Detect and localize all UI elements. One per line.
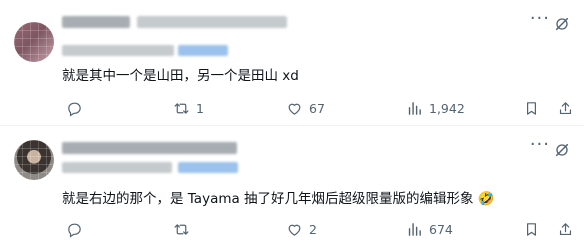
bookmark-icon xyxy=(527,101,536,115)
retweet-icon xyxy=(174,102,189,114)
like-count: 67 xyxy=(309,100,325,116)
like-button[interactable]: 2 xyxy=(286,219,317,239)
reply-button[interactable] xyxy=(66,219,89,239)
display-name-redacted[interactable] xyxy=(62,142,237,154)
share-button[interactable] xyxy=(557,98,574,118)
replying-to-handle-redacted[interactable] xyxy=(178,45,228,56)
like-count: 2 xyxy=(309,221,317,237)
replying-to-handle-redacted[interactable] xyxy=(178,162,238,173)
grok-icon[interactable] xyxy=(554,16,570,32)
more-options-icon[interactable]: ··· xyxy=(530,136,550,154)
retweet-button[interactable] xyxy=(173,219,196,239)
retweet-icon xyxy=(174,223,189,235)
replying-to-redacted xyxy=(62,162,172,173)
display-name-redacted[interactable] xyxy=(62,16,130,28)
views-icon xyxy=(408,101,421,115)
bookmark-button[interactable] xyxy=(523,219,540,239)
tweet-actions: 2 674 xyxy=(62,219,574,239)
views-button[interactable]: 674 xyxy=(406,219,453,239)
grok-icon[interactable] xyxy=(554,142,570,158)
reply-icon xyxy=(68,102,81,117)
share-icon xyxy=(559,101,572,114)
share-icon xyxy=(559,222,572,235)
views-button[interactable]: 1,942 xyxy=(406,98,465,118)
like-icon xyxy=(288,103,301,115)
like-button[interactable]: 67 xyxy=(286,98,325,118)
avatar[interactable] xyxy=(14,140,54,180)
replying-to-redacted xyxy=(62,45,174,56)
handle-redacted[interactable] xyxy=(137,16,287,28)
views-count: 674 xyxy=(429,221,453,237)
reply-button[interactable] xyxy=(66,98,89,118)
tweet-text: 就是其中一个是山田，另一个是田山 xd xyxy=(62,68,299,84)
bookmark-icon xyxy=(527,222,536,236)
more-options-icon[interactable]: ··· xyxy=(530,10,550,28)
avatar[interactable] xyxy=(14,22,54,62)
share-button[interactable] xyxy=(557,219,574,239)
reply-icon xyxy=(68,223,81,238)
retweet-button[interactable]: 1 xyxy=(173,98,204,118)
views-icon xyxy=(408,222,421,236)
tweet-text: 就是右边的那个，是 Tayama 抽了好几年烟后超级限量版的编辑形象 🤣 xyxy=(62,191,495,207)
bookmark-button[interactable] xyxy=(523,98,540,118)
views-count: 1,942 xyxy=(429,100,465,116)
tweet-actions: 1 67 1,942 xyxy=(62,98,574,118)
retweet-count: 1 xyxy=(196,100,204,116)
like-icon xyxy=(288,224,301,236)
